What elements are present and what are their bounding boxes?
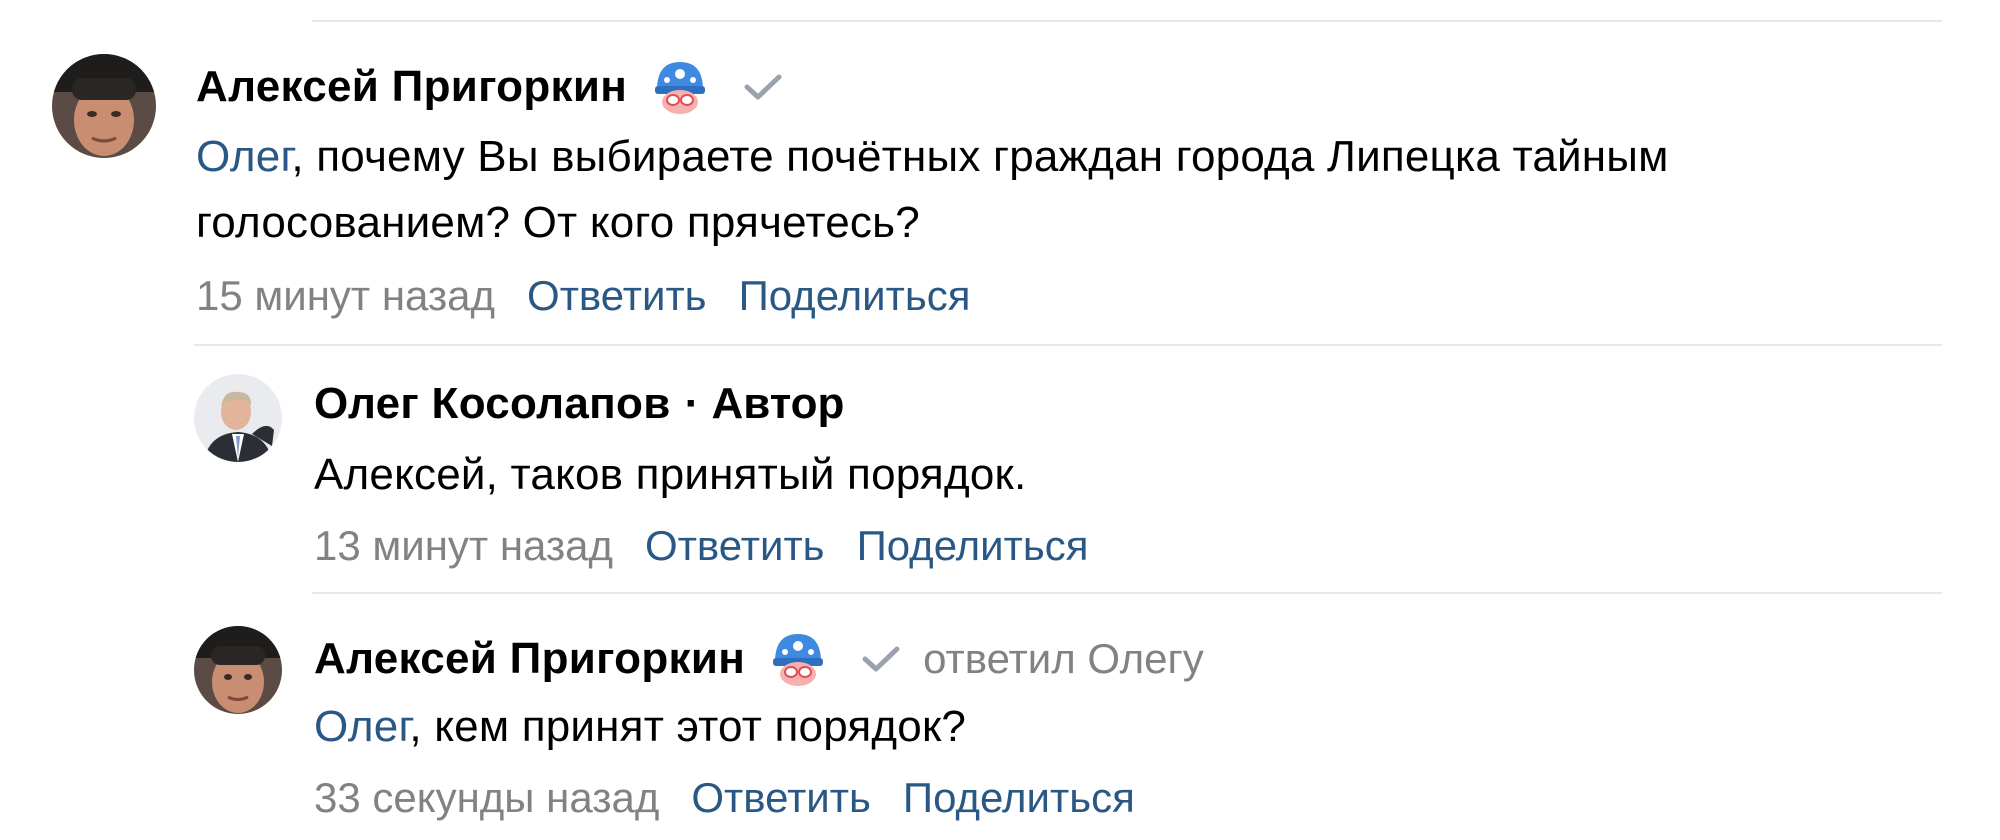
reply-button[interactable]: Ответить	[691, 774, 871, 822]
avatar[interactable]	[194, 626, 282, 714]
comment-3: Алексей Пригоркин ответил Олегу Олег, ке…	[0, 0, 2000, 840]
author-name[interactable]: Алексей Пригоркин	[314, 634, 745, 684]
share-button[interactable]: Поделиться	[903, 774, 1135, 822]
verified-check-icon	[859, 641, 905, 677]
comment-header: Алексей Пригоркин ответил Олегу	[314, 626, 1204, 692]
mention-link[interactable]: Олег	[314, 702, 409, 751]
comment-body: , кем принят этот порядок?	[409, 702, 967, 751]
timestamp[interactable]: 33 секунды назад	[314, 774, 659, 822]
comment-meta: 33 секунды назад Ответить Поделиться	[314, 768, 1135, 828]
comment-text: Олег, кем принят этот порядок?	[314, 694, 1934, 760]
reply-to-link[interactable]: ответил Олегу	[923, 635, 1204, 683]
helmet-badge-icon[interactable]	[767, 628, 829, 690]
avatar-photo-icon	[194, 626, 282, 714]
